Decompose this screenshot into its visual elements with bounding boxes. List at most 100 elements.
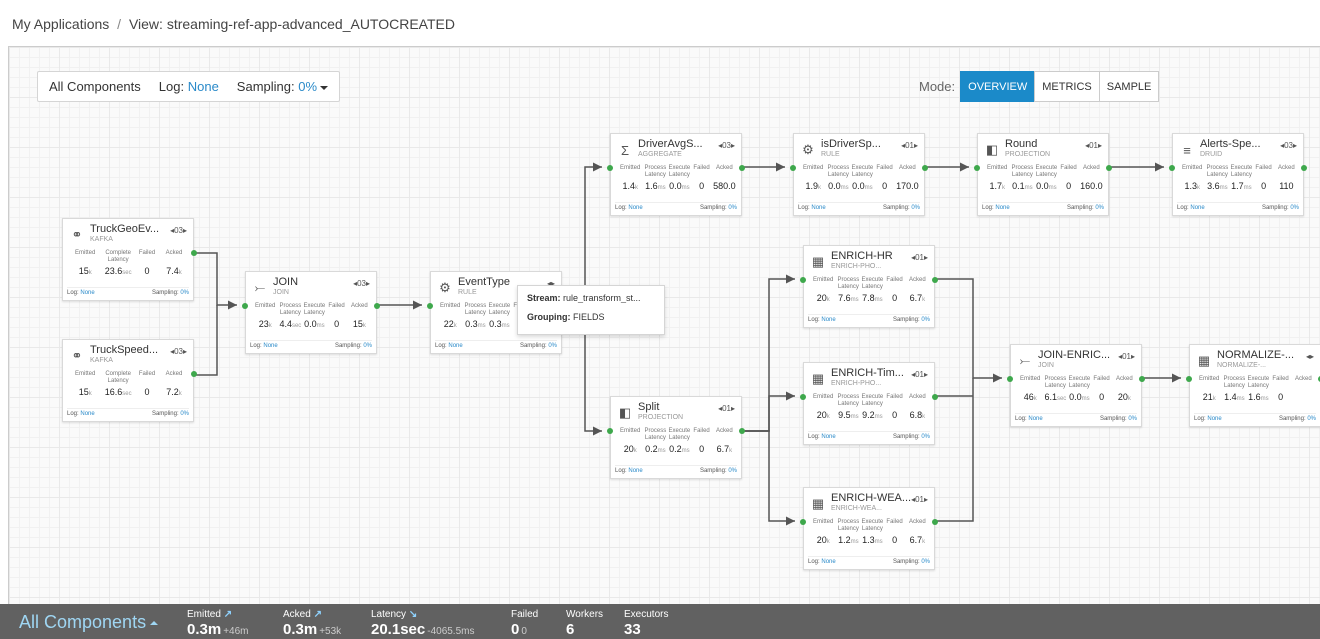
node-sampling-control[interactable]: Sampling: 0% <box>520 343 557 349</box>
node-sampling-value[interactable]: 0% <box>921 559 930 565</box>
chevron-right-icon[interactable]: ▸ <box>924 495 928 504</box>
stream-edge[interactable] <box>742 391 795 432</box>
parallelism-stepper[interactable]: ◂01▸ <box>911 370 928 379</box>
output-port-dot[interactable] <box>739 165 745 171</box>
node-sampling-control[interactable]: Sampling: 0% <box>152 411 189 417</box>
node-log-control[interactable]: Log: None <box>808 559 836 565</box>
chevron-right-icon[interactable]: ▸ <box>183 226 187 235</box>
stream-edge[interactable] <box>194 305 218 376</box>
node-sampling-control[interactable]: Sampling: 0% <box>1100 416 1137 422</box>
node-log-value[interactable]: None <box>628 468 642 474</box>
parallelism-stepper[interactable]: ◂03▸ <box>353 279 370 288</box>
node-sampling-control[interactable]: Sampling: 0% <box>893 434 930 440</box>
chevron-right-icon[interactable]: ▸ <box>731 404 735 413</box>
node-log-control[interactable]: Log: None <box>798 205 826 211</box>
input-port-dot[interactable] <box>800 394 806 400</box>
input-port-dot[interactable] <box>1186 376 1192 382</box>
node-sampling-control[interactable]: Sampling: 0% <box>893 317 930 323</box>
output-port-dot[interactable] <box>739 428 745 434</box>
topology-canvas[interactable]: All Components Log: None Sampling: 0% Mo… <box>8 46 1320 604</box>
node-sampling-value[interactable]: 0% <box>1290 205 1299 211</box>
component-node-joinenric[interactable]: ⤚ JOIN-ENRIC... JOIN ◂01▸ Emitted Process Lat… <box>1007 344 1145 427</box>
chevron-right-icon[interactable]: ▸ <box>1293 141 1297 150</box>
parallelism-stepper[interactable]: ◂01▸ <box>911 253 928 262</box>
output-port-dot[interactable] <box>1139 376 1145 382</box>
node-sampling-control[interactable]: Sampling: 0% <box>152 290 189 296</box>
node-log-control[interactable]: Log: None <box>808 317 836 323</box>
output-port-dot[interactable] <box>1106 165 1112 171</box>
input-port-dot[interactable] <box>800 519 806 525</box>
node-log-control[interactable]: Log: None <box>615 205 643 211</box>
output-port-dot[interactable] <box>932 277 938 283</box>
input-port-dot[interactable] <box>607 428 613 434</box>
component-node-enrichtim[interactable]: ▦ ENRICH-Tim... ENRICH-PHO... ◂01▸ Emitted Pr… <box>800 362 938 445</box>
node-sampling-control[interactable]: Sampling: 0% <box>1262 205 1299 211</box>
component-node-isdriver[interactable]: ⚙ isDriverSp... RULE ◂01▸ Emitted Process Lat… <box>790 133 928 216</box>
parallelism-stepper[interactable]: ◂03▸ <box>170 347 187 356</box>
node-log-value[interactable]: None <box>821 434 835 440</box>
node-sampling-control[interactable]: Sampling: 0% <box>893 559 930 565</box>
node-log-value[interactable]: None <box>1190 205 1204 211</box>
node-sampling-control[interactable]: Sampling: 0% <box>700 205 737 211</box>
component-node-enrichwea[interactable]: ▦ ENRICH-WEA... ENRICH-WEA... ◂01▸ Emitted Pr… <box>800 487 938 570</box>
parallelism-stepper[interactable]: ◂01▸ <box>1118 352 1135 361</box>
output-port-dot[interactable] <box>932 519 938 525</box>
node-sampling-value[interactable]: 0% <box>363 343 372 349</box>
component-node-truckgeo[interactable]: ⚭ TruckGeoEv... KAFKA ◂03▸ Emitted Complete L… <box>62 218 197 301</box>
node-sampling-value[interactable]: 0% <box>911 205 920 211</box>
parallelism-stepper[interactable]: ◂03▸ <box>1280 141 1297 150</box>
node-sampling-value[interactable]: 0% <box>180 290 189 296</box>
component-node-truckspeed[interactable]: ⚭ TruckSpeed... KAFKA ◂03▸ Emitted Complete L… <box>62 339 197 422</box>
node-log-control[interactable]: Log: None <box>1015 416 1043 422</box>
breadcrumb-my-applications[interactable]: My Applications <box>12 16 109 32</box>
parallelism-stepper[interactable]: ◂01▸ <box>718 404 735 413</box>
input-port-dot[interactable] <box>607 165 613 171</box>
stream-edge[interactable] <box>194 252 237 310</box>
chevron-right-icon[interactable]: ▸ <box>1310 352 1314 361</box>
node-sampling-value[interactable]: 0% <box>728 468 737 474</box>
node-log-value[interactable]: None <box>1207 416 1221 422</box>
output-port-dot[interactable] <box>1301 165 1307 171</box>
component-node-round[interactable]: ◧ Round PROJECTION ◂01▸ Emitted Process Laten… <box>974 133 1112 216</box>
node-log-control[interactable]: Log: None <box>250 343 278 349</box>
chevron-right-icon[interactable]: ▸ <box>731 141 735 150</box>
node-sampling-control[interactable]: Sampling: 0% <box>883 205 920 211</box>
stream-edge[interactable] <box>935 278 1002 383</box>
chevron-right-icon[interactable]: ▸ <box>1098 141 1102 150</box>
component-node-normalize[interactable]: ▦ NORMALIZE-... NORMALIZE-... ◂▸ Emitted Proc… <box>1186 344 1320 427</box>
node-log-control[interactable]: Log: None <box>808 434 836 440</box>
parallelism-stepper[interactable]: ◂01▸ <box>1085 141 1102 150</box>
node-log-control[interactable]: Log: None <box>435 343 463 349</box>
node-sampling-value[interactable]: 0% <box>548 343 557 349</box>
node-log-value[interactable]: None <box>821 559 835 565</box>
node-sampling-value[interactable]: 0% <box>1095 205 1104 211</box>
parallelism-stepper[interactable]: ◂01▸ <box>901 141 918 150</box>
input-port-dot[interactable] <box>427 303 433 309</box>
component-node-split[interactable]: ◧ Split PROJECTION ◂01▸ Emitted Process Laten… <box>607 396 745 479</box>
chevron-right-icon[interactable]: ▸ <box>924 253 928 262</box>
node-sampling-control[interactable]: Sampling: 0% <box>335 343 372 349</box>
parallelism-stepper[interactable]: ◂▸ <box>1306 352 1314 361</box>
node-sampling-control[interactable]: Sampling: 0% <box>1067 205 1104 211</box>
parallelism-stepper[interactable]: ◂03▸ <box>170 226 187 235</box>
node-log-value[interactable]: None <box>263 343 277 349</box>
output-port-dot[interactable] <box>374 303 380 309</box>
node-sampling-value[interactable]: 0% <box>921 434 930 440</box>
node-log-control[interactable]: Log: None <box>1194 416 1222 422</box>
chevron-right-icon[interactable]: ▸ <box>914 141 918 150</box>
input-port-dot[interactable] <box>242 303 248 309</box>
node-log-value[interactable]: None <box>80 290 94 296</box>
input-port-dot[interactable] <box>1169 165 1175 171</box>
node-sampling-value[interactable]: 0% <box>1307 416 1316 422</box>
chevron-right-icon[interactable]: ▸ <box>366 279 370 288</box>
component-node-join[interactable]: ⤚ JOIN JOIN ◂03▸ Emitted Process Latency Execu… <box>242 271 380 354</box>
node-log-control[interactable]: Log: None <box>615 468 643 474</box>
component-node-alerts[interactable]: ≡ Alerts-Spe... DRUID ◂03▸ Emitted Process La… <box>1169 133 1307 216</box>
all-components-summary-toggle[interactable]: All Components <box>19 612 159 633</box>
parallelism-stepper[interactable]: ◂03▸ <box>718 141 735 150</box>
output-port-dot[interactable] <box>191 250 197 256</box>
node-log-value[interactable]: None <box>628 205 642 211</box>
stream-edge[interactable] <box>935 378 974 522</box>
node-sampling-control[interactable]: Sampling: 0% <box>700 468 737 474</box>
chevron-right-icon[interactable]: ▸ <box>924 370 928 379</box>
